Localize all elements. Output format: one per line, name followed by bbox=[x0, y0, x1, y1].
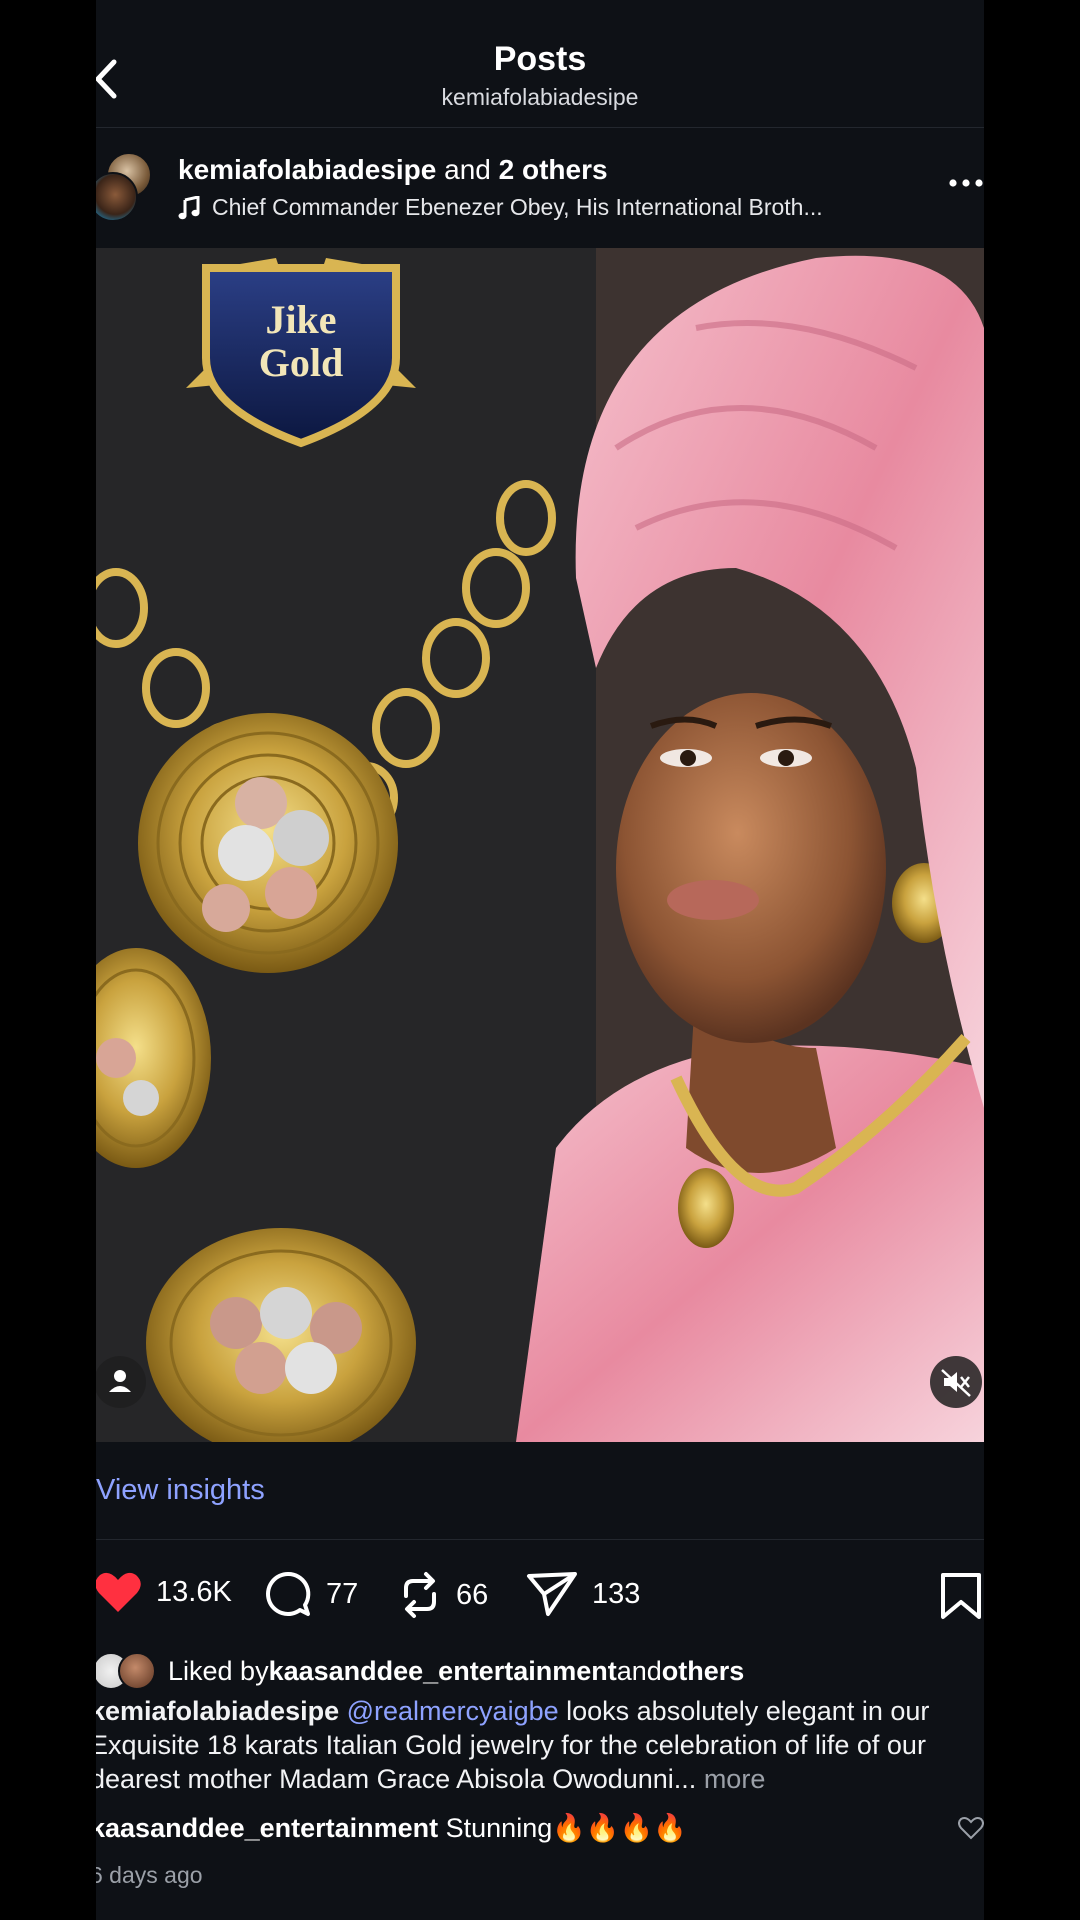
liked-by-others[interactable]: others bbox=[662, 1656, 745, 1687]
post-author-line[interactable]: kemiafolabiadesipe and 2 others bbox=[178, 154, 608, 186]
caption-mention[interactable]: @realmercyaigbe bbox=[347, 1696, 559, 1726]
more-options-button[interactable] bbox=[948, 176, 984, 190]
pendant bbox=[138, 713, 398, 973]
like-count: 13.6K bbox=[156, 1575, 232, 1608]
liker-avatar-2 bbox=[118, 1652, 156, 1690]
music-line[interactable]: Chief Commander Ebenezer Obey, His Inter… bbox=[178, 194, 823, 221]
comment-button[interactable]: 77 bbox=[264, 1570, 358, 1618]
media-illustration: Jike Gold bbox=[96, 248, 984, 1442]
share-icon bbox=[527, 1572, 577, 1616]
liked-by-prefix: Liked by bbox=[168, 1655, 269, 1686]
comment-count: 77 bbox=[326, 1577, 359, 1610]
music-note-icon bbox=[178, 195, 200, 219]
repost-icon bbox=[404, 1572, 436, 1618]
music-title: Chief Commander Ebenezer Obey, His Inter… bbox=[212, 194, 823, 220]
top-header: Posts kemiafolabiadesipe bbox=[96, 0, 984, 128]
liked-by-middle: and bbox=[616, 1655, 662, 1686]
like-button[interactable]: 13.6K bbox=[96, 1570, 232, 1614]
comment-user[interactable]: kaasanddee_entertainment bbox=[96, 1813, 438, 1843]
header-divider bbox=[96, 127, 984, 128]
left-letterbox bbox=[0, 0, 96, 1920]
author-avatar[interactable] bbox=[96, 150, 152, 222]
logo-text-line2: Gold bbox=[259, 340, 343, 385]
heart-outline-icon bbox=[958, 1817, 984, 1840]
others-link[interactable]: 2 others bbox=[499, 154, 608, 185]
user-tag-icon bbox=[109, 1370, 131, 1392]
bookmark-button[interactable] bbox=[940, 1572, 982, 1625]
repost-count: 66 bbox=[456, 1578, 489, 1611]
page-title: Posts bbox=[493, 40, 587, 78]
view-insights-link[interactable]: View insights bbox=[96, 1474, 265, 1507]
post-caption: kemiafolabiadesipe @realmercyaigbe looks… bbox=[96, 1694, 984, 1796]
comment-icon bbox=[266, 1571, 311, 1616]
share-count: 133 bbox=[592, 1577, 641, 1610]
tagged-users-button[interactable] bbox=[96, 1356, 146, 1408]
logo-text-line1: Jike bbox=[265, 297, 336, 342]
liked-by-line[interactable]: Liked by kaasanddee_entertainment and ot… bbox=[96, 1652, 744, 1690]
insights-divider bbox=[96, 1539, 984, 1540]
repost-button[interactable]: 66 bbox=[398, 1570, 488, 1620]
author-name[interactable]: kemiafolabiadesipe bbox=[178, 154, 436, 185]
heart-filled-icon bbox=[96, 1572, 141, 1612]
liked-by-user[interactable]: kaasanddee_entertainment bbox=[269, 1656, 617, 1687]
caption-author[interactable]: kemiafolabiadesipe bbox=[96, 1696, 339, 1726]
post-timestamp: 6 days ago bbox=[96, 1862, 203, 1888]
top-comment[interactable]: kaasanddee_entertainment Stunning🔥🔥🔥🔥 bbox=[96, 1812, 687, 1844]
comment-text: Stunning🔥🔥🔥🔥 bbox=[438, 1813, 687, 1843]
right-letterbox bbox=[984, 0, 1080, 1920]
more-dots-icon bbox=[949, 179, 983, 187]
page-subtitle: kemiafolabiadesipe bbox=[441, 84, 639, 110]
action-bar: 13.6K 77 66 133 bbox=[96, 1570, 984, 1622]
post-media[interactable]: Jike Gold bbox=[96, 248, 984, 1442]
caption-more-link[interactable]: more bbox=[696, 1764, 766, 1794]
avatar-primary bbox=[96, 172, 138, 222]
bookmark-icon bbox=[941, 1573, 981, 1619]
mute-icon bbox=[941, 1369, 971, 1397]
app-screen: Posts kemiafolabiadesipe kemiafolabiades… bbox=[96, 0, 984, 1920]
and-text: and bbox=[436, 154, 499, 185]
share-button[interactable]: 133 bbox=[526, 1570, 640, 1618]
comment-like-button[interactable] bbox=[958, 1816, 984, 1845]
mute-button[interactable] bbox=[930, 1356, 982, 1408]
